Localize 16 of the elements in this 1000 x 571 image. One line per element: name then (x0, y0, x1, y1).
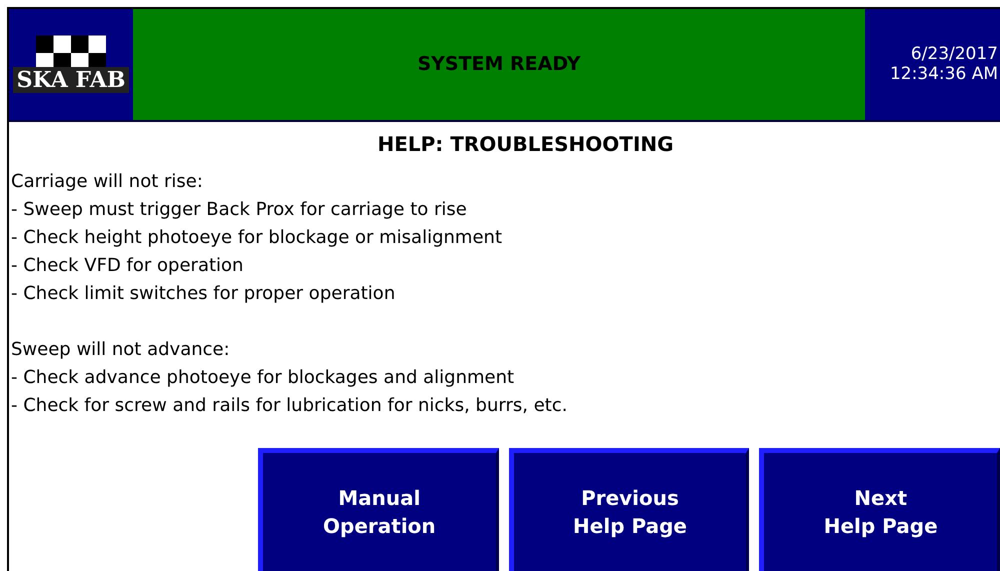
help-item: - Check advance photoeye for blockages and alignment (11, 366, 516, 390)
help-item: - Check limit switches for proper operation (11, 282, 396, 306)
nav-button[interactable]: Previous Help Page (508, 448, 750, 571)
status-text: SYSTEM READY (417, 53, 581, 76)
help-item: - Check VFD for operation (11, 254, 244, 278)
help-item: - Check height photoeye for blockage or misalignment (11, 226, 504, 250)
nav-button[interactable]: Manual Operation (258, 448, 499, 571)
nav-button[interactable]: Next Help Page (759, 448, 1000, 571)
section-heading: Carriage will not rise: (11, 170, 204, 194)
help-item: - Check for screw and rails for lubrication for nicks, burrs, etc. (11, 394, 568, 418)
section-heading: Sweep will not advance: (11, 338, 231, 362)
date-text: 6/23/2017 (910, 44, 998, 64)
time-text: 12:34:36 AM (890, 64, 998, 84)
help-item: - Sweep must trigger Back Prox for carriage to rise (11, 198, 468, 222)
logo: SKA FAB (9, 9, 133, 120)
page-title: HELP: TROUBLESHOOTING (376, 132, 675, 156)
